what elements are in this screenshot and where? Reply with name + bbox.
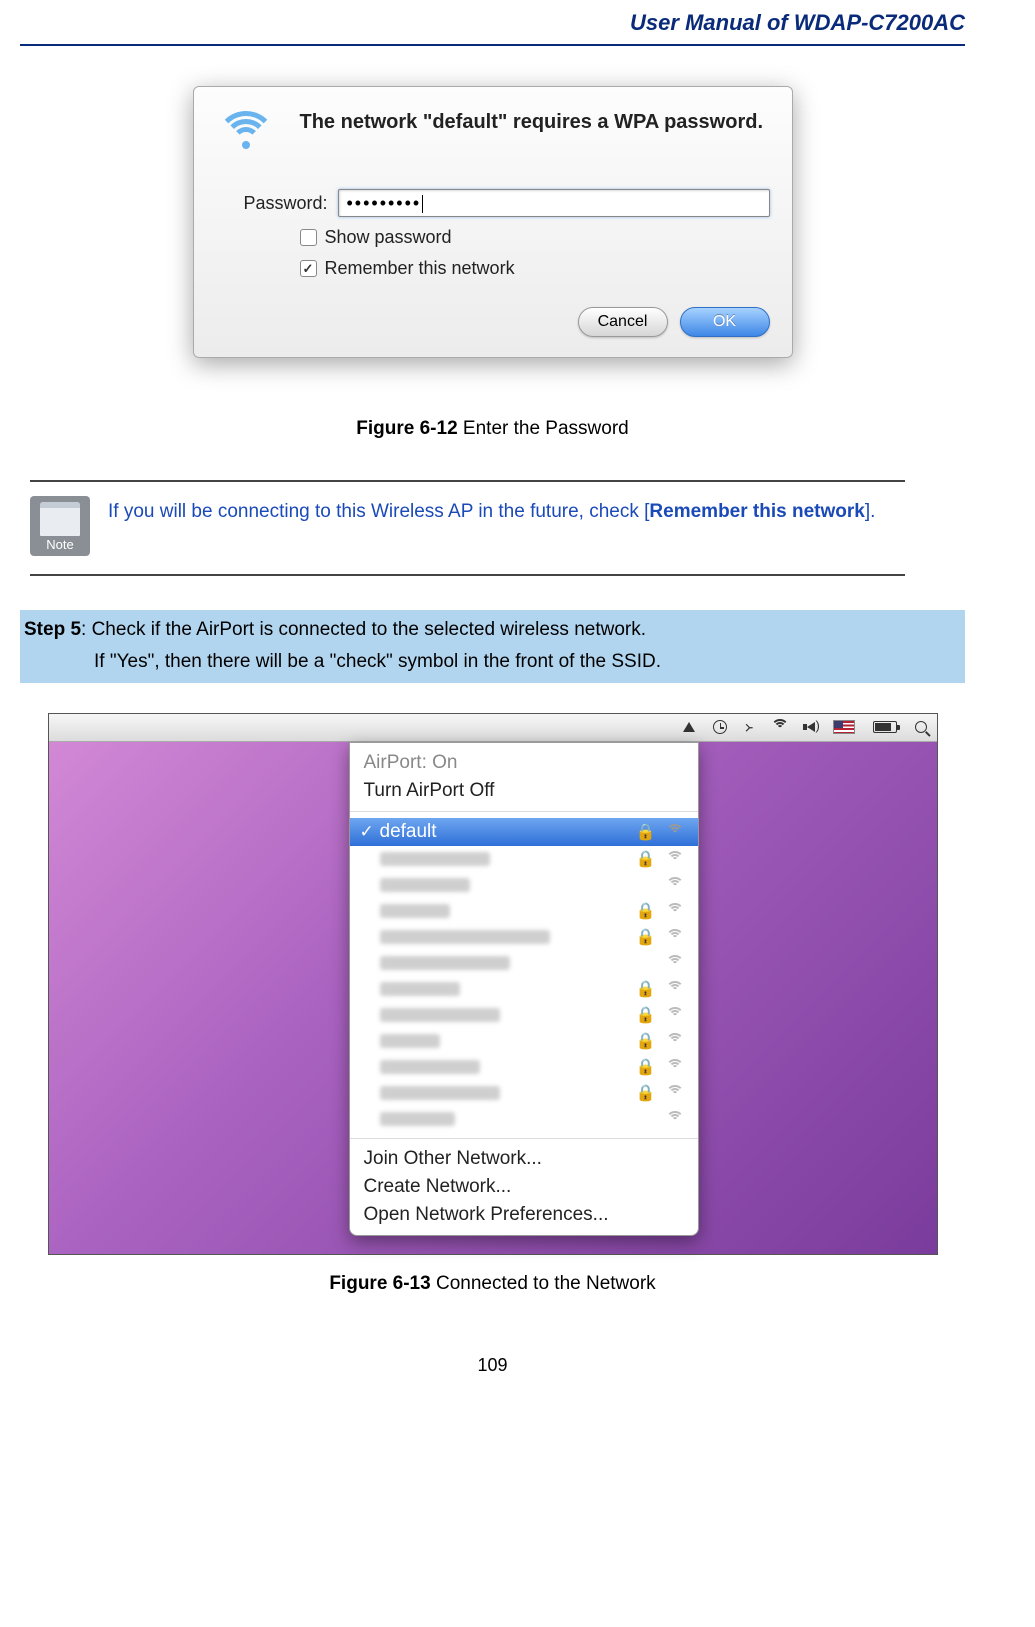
lock-icon: 🔒	[636, 901, 656, 921]
wifi-password-dialog: The network "default" requires a WPA pas…	[193, 86, 793, 358]
step-5-block: Step 5: Check if the AirPort is connecte…	[20, 610, 965, 683]
lock-icon: 🔒	[636, 979, 656, 999]
input-flag-icon[interactable]	[833, 720, 855, 734]
lock-icon: 🔒	[636, 822, 656, 842]
menu-separator-2	[350, 1138, 698, 1139]
network-item-blurred[interactable]: 🔒	[350, 1054, 698, 1080]
page-number: 109	[20, 1355, 965, 1376]
figure-6-12-screenshot: The network "default" requires a WPA pas…	[20, 86, 965, 358]
open-network-prefs-item[interactable]: Open Network Preferences...	[350, 1201, 698, 1229]
network-item-blurred[interactable]	[350, 1106, 698, 1132]
network-item-blurred[interactable]: 🔒	[350, 1002, 698, 1028]
airport-icon	[216, 107, 286, 167]
signal-icon	[666, 1034, 684, 1048]
figure-6-13-caption: Figure 6-13 Connected to the Network	[20, 1273, 965, 1295]
turn-airport-off-item[interactable]: Turn AirPort Off	[350, 777, 698, 805]
airport-menubar-icon[interactable]	[771, 720, 789, 734]
signal-icon	[666, 1086, 684, 1100]
signal-icon	[666, 1060, 684, 1074]
network-item-blurred[interactable]	[350, 950, 698, 976]
airport-dropdown-menu: AirPort: On Turn AirPort Off ✓ default 🔒…	[349, 742, 699, 1236]
password-label: Password:	[234, 193, 328, 214]
figure2-text: Connected to the Network	[431, 1273, 656, 1294]
show-password-label: Show password	[325, 227, 452, 248]
join-other-network-item[interactable]: Join Other Network...	[350, 1145, 698, 1173]
figure1-number: Figure 6-12	[356, 418, 457, 439]
battery-icon[interactable]	[873, 721, 897, 733]
step-line2: If "Yes", then there will be a "check" s…	[24, 646, 959, 678]
note-text-prefix: If you will be connecting to this Wirele…	[108, 501, 649, 522]
ok-button[interactable]: OK	[680, 307, 770, 337]
note-text: If you will be connecting to this Wirele…	[108, 496, 875, 556]
spotlight-icon[interactable]	[915, 721, 927, 733]
header-rule	[20, 44, 965, 46]
signal-icon	[666, 878, 684, 892]
network-item-blurred[interactable]: 🔒	[350, 1080, 698, 1106]
network-item-blurred[interactable]	[350, 872, 698, 898]
network-item-blurred[interactable]: 🔒	[350, 898, 698, 924]
signal-icon	[666, 852, 684, 866]
signal-icon	[666, 1008, 684, 1022]
network-item-blurred[interactable]: 🔒	[350, 846, 698, 872]
remember-network-checkbox[interactable]	[300, 260, 317, 277]
network-item-selected[interactable]: ✓ default 🔒	[350, 818, 698, 846]
lock-icon: 🔒	[636, 1005, 656, 1025]
step-number: Step 5	[24, 619, 81, 640]
volume-icon[interactable]	[807, 722, 815, 732]
network-item-blurred[interactable]: 🔒	[350, 924, 698, 950]
password-value: •••••••••	[347, 193, 424, 214]
create-network-item[interactable]: Create Network...	[350, 1173, 698, 1201]
note-text-bold: Remember this network	[649, 501, 864, 522]
menu-separator	[350, 811, 698, 812]
cancel-button[interactable]: Cancel	[578, 307, 668, 337]
lock-icon: 🔒	[636, 849, 656, 869]
signal-icon	[666, 956, 684, 970]
figure2-number: Figure 6-13	[329, 1273, 430, 1294]
remember-network-label: Remember this network	[325, 258, 515, 279]
eject-icon[interactable]	[683, 722, 695, 732]
airport-status-label: AirPort: On	[350, 749, 698, 777]
signal-icon	[666, 982, 684, 996]
check-icon: ✓	[360, 822, 374, 842]
clock-icon[interactable]	[713, 720, 727, 734]
signal-icon	[666, 930, 684, 944]
signal-icon	[666, 904, 684, 918]
network-item-blurred[interactable]: 🔒	[350, 976, 698, 1002]
lock-icon: 🔒	[636, 1031, 656, 1051]
mac-menubar: ᚛	[49, 714, 937, 742]
signal-icon	[666, 825, 684, 839]
figure1-text: Enter the Password	[458, 418, 629, 439]
note-bottom-rule	[30, 574, 905, 576]
password-input[interactable]: •••••••••	[338, 189, 770, 217]
note-icon: Note	[30, 496, 90, 556]
note-text-suffix: ].	[865, 501, 876, 522]
figure-6-12-caption: Figure 6-12 Enter the Password	[20, 418, 965, 440]
lock-icon: 🔒	[636, 1083, 656, 1103]
step-line1: : Check if the AirPort is connected to t…	[81, 619, 646, 640]
note-icon-label: Note	[30, 537, 90, 552]
page-header-title: User Manual of WDAP-C7200AC	[20, 0, 965, 44]
figure-6-13-screenshot: ᚛ AirPort: On Turn AirPort Off ✓ default…	[20, 713, 965, 1255]
lock-icon: 🔒	[636, 1057, 656, 1077]
note-block: Note If you will be connecting to this W…	[30, 480, 905, 576]
dialog-message: The network "default" requires a WPA pas…	[286, 107, 764, 167]
bluetooth-icon[interactable]: ᚛	[745, 718, 753, 736]
signal-icon	[666, 1112, 684, 1126]
selected-network-name: default	[380, 821, 437, 843]
network-item-blurred[interactable]: 🔒	[350, 1028, 698, 1054]
show-password-checkbox[interactable]	[300, 229, 317, 246]
lock-icon: 🔒	[636, 927, 656, 947]
